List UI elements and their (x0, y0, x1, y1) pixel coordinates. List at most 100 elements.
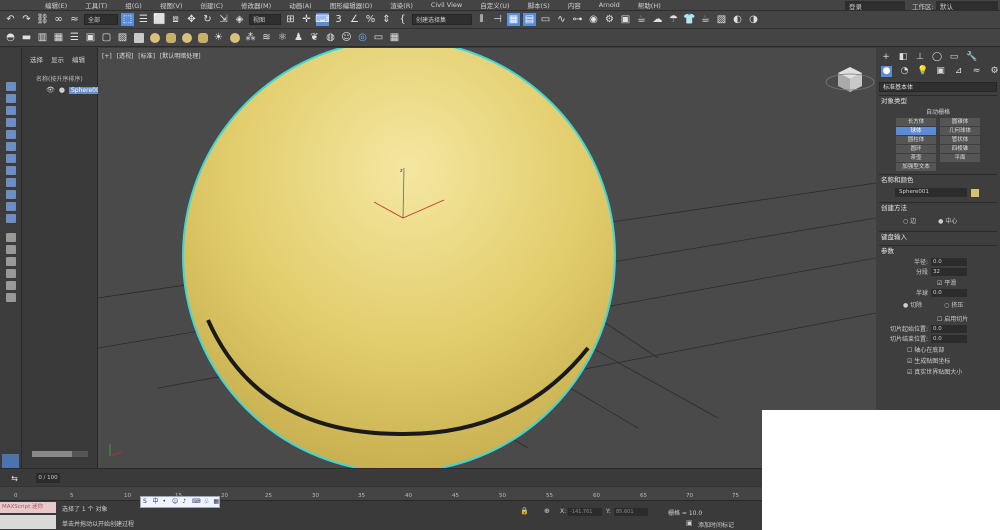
light-lister-icon[interactable]: ☰ (68, 31, 81, 44)
render-setup-icon[interactable]: ⚙ (603, 13, 616, 26)
render-iterative-icon[interactable]: ☁ (651, 13, 664, 26)
ime-toolbar[interactable]: S 中 • ☺ ♪ ⌨ ♧ ▦ (140, 496, 220, 508)
maxscript-output[interactable] (0, 515, 56, 529)
torus-button[interactable]: 圆环 (896, 145, 936, 153)
hair-icon[interactable]: ❦ (308, 31, 321, 44)
systems-icon[interactable]: ⚙ (989, 66, 1000, 77)
align-icon[interactable]: ⊣ (491, 13, 504, 26)
time-slider-frame[interactable]: 0 / 100 (36, 473, 60, 483)
object-name-field[interactable]: Sphere001 (895, 188, 967, 197)
radio-center[interactable]: ● 中心 (938, 216, 957, 225)
explorer-column-header[interactable]: 名称(按升序排序) (22, 74, 97, 83)
shape-torus-icon[interactable] (180, 31, 193, 44)
filter-helpers-icon[interactable] (5, 130, 16, 139)
selection-filter-dropdown[interactable]: 全部 (84, 14, 118, 25)
radio-edge[interactable]: ○ 边 (903, 216, 916, 225)
massfx-icon[interactable]: ⚛ (276, 31, 289, 44)
rendered-frame-window-icon[interactable]: ▣ (619, 13, 632, 26)
parameters-header[interactable]: 参数 (879, 245, 997, 256)
sun-light-icon[interactable]: ☀ (212, 31, 225, 44)
menu-item-civil-view[interactable]: Civil View (422, 1, 471, 9)
sky-light-icon[interactable] (228, 31, 241, 44)
menu-item-graph-editors[interactable]: 图形编辑器(D) (321, 0, 382, 10)
filter-frozen-icon[interactable] (5, 202, 16, 211)
radio-squash[interactable]: ○ 挤压 (944, 300, 963, 309)
mirror-icon[interactable]: ⫴ (475, 13, 488, 26)
keyboard-shortcut-toggle-icon[interactable]: ⌨ (315, 13, 330, 26)
sphere-button[interactable]: 球体 (896, 127, 936, 135)
lock-selection-icon[interactable]: 🔒 (520, 507, 529, 515)
ime-punct-icon[interactable]: • (163, 498, 169, 506)
real-world-map-checkbox[interactable]: ☑ 真实世界贴图大小 (879, 367, 997, 376)
slice-to-spinner[interactable]: 0.0 (931, 334, 967, 343)
spacewarps-icon[interactable]: ≈ (971, 66, 982, 77)
timeline-toggle-icon[interactable]: ⇆ (8, 472, 21, 485)
find-icon[interactable] (5, 293, 16, 302)
lights-icon[interactable]: 💡 (917, 66, 928, 77)
login-dropdown[interactable]: 登录 (845, 1, 905, 11)
ime-logo-icon[interactable]: S (143, 498, 149, 506)
arnold-render-icon[interactable]: ◐ (731, 13, 744, 26)
x-coord-field[interactable]: -141.761 (568, 508, 602, 516)
geometry-icon[interactable]: ● (881, 66, 892, 77)
ime-chinese-icon[interactable]: 中 (153, 498, 159, 506)
named-selection-dropdown[interactable]: 创建选择集 (412, 14, 472, 25)
render-cloud-icon[interactable]: ☂ (667, 13, 680, 26)
viewport-label-pov[interactable]: [透视] (117, 53, 134, 60)
filter-none-icon[interactable] (5, 245, 16, 254)
gen-mapping-checkbox[interactable]: ☑ 生成贴图坐标 (879, 356, 997, 365)
plane-button[interactable]: 平面 (940, 154, 980, 162)
render-production-icon[interactable]: ☕ (635, 13, 648, 26)
menu-item-help[interactable]: 帮助(H) (629, 0, 670, 10)
menu-item-views[interactable]: 视图(V) (151, 0, 192, 10)
hemisphere-spinner[interactable]: 0.0 (931, 288, 967, 297)
hierarchy-tab-icon[interactable]: ⊥ (915, 52, 925, 62)
rotate-icon[interactable]: ↻ (201, 13, 214, 26)
filter-lights-icon[interactable] (5, 106, 16, 115)
keyboard-entry-header[interactable]: 键盘输入 (879, 231, 997, 242)
creation-method-header[interactable]: 创建方法 (879, 202, 997, 213)
ime-grid-icon[interactable]: ▦ (213, 498, 219, 506)
cone-button[interactable]: 圆锥体 (940, 118, 980, 126)
explorer-row[interactable]: 👁 ● Sphere001 (22, 86, 106, 94)
shape-sphere-icon[interactable] (148, 31, 161, 44)
unlink-icon[interactable]: ∞ (52, 13, 65, 26)
viewport-label-standard[interactable]: [标准] (138, 53, 155, 60)
filter-hidden-icon[interactable] (5, 214, 16, 223)
teapot-render-icon[interactable]: ☕ (699, 13, 712, 26)
layer-explorer-icon[interactable]: ▤ (523, 13, 536, 26)
redo-icon[interactable]: ↷ (20, 13, 33, 26)
link-icon[interactable]: ⛓ (36, 13, 49, 26)
maxscript-listener[interactable]: MAXScript 迷你 (0, 502, 56, 513)
smooth-checkbox[interactable]: ☑ 平滑 (879, 278, 997, 287)
cylinder-button[interactable]: 圆柱体 (896, 136, 936, 144)
filter-containers-icon[interactable] (5, 190, 16, 199)
explorer-tab-display[interactable]: 显示 (51, 54, 64, 64)
tube-button[interactable]: 管状体 (940, 136, 980, 144)
shape-box-icon[interactable] (132, 31, 145, 44)
photo-icon[interactable]: ▨ (116, 31, 129, 44)
angle-snap-icon[interactable]: ∠ (348, 13, 361, 26)
viewport-label-shading[interactable]: [默认明暗处理] (160, 53, 201, 60)
menu-item-content[interactable]: 内容 (559, 0, 590, 10)
shape-cylinder-icon[interactable] (164, 31, 177, 44)
filter-xrefs-icon[interactable] (5, 166, 16, 175)
radius-spinner[interactable]: 0.0 (931, 257, 967, 266)
display-icon[interactable]: ▬ (20, 31, 33, 44)
character-icon[interactable]: ♟ (292, 31, 305, 44)
undo-icon[interactable]: ↶ (4, 13, 17, 26)
object-color-swatch[interactable] (971, 188, 979, 197)
menu-item-scripting[interactable]: 脚本(S) (519, 0, 559, 10)
filter-bones-icon[interactable] (5, 178, 16, 187)
pyramid-button[interactable]: 四棱锥 (940, 145, 980, 153)
shirt-icon[interactable]: 👕 (683, 13, 696, 26)
schematic-view-icon[interactable]: ⊶ (571, 13, 584, 26)
workspace-dropdown[interactable]: 默认 (936, 1, 998, 11)
viewport-layout-icon[interactable]: ▥ (36, 31, 49, 44)
filter-funnel-icon[interactable] (5, 281, 16, 290)
add-tag-icon[interactable]: ▣ (686, 519, 693, 527)
cloth-icon[interactable]: ◍ (324, 31, 337, 44)
filter-geometry-icon[interactable] (5, 82, 16, 91)
utilities-tab-icon[interactable]: 🔧 (966, 52, 977, 62)
filter-all-icon[interactable] (5, 233, 16, 242)
